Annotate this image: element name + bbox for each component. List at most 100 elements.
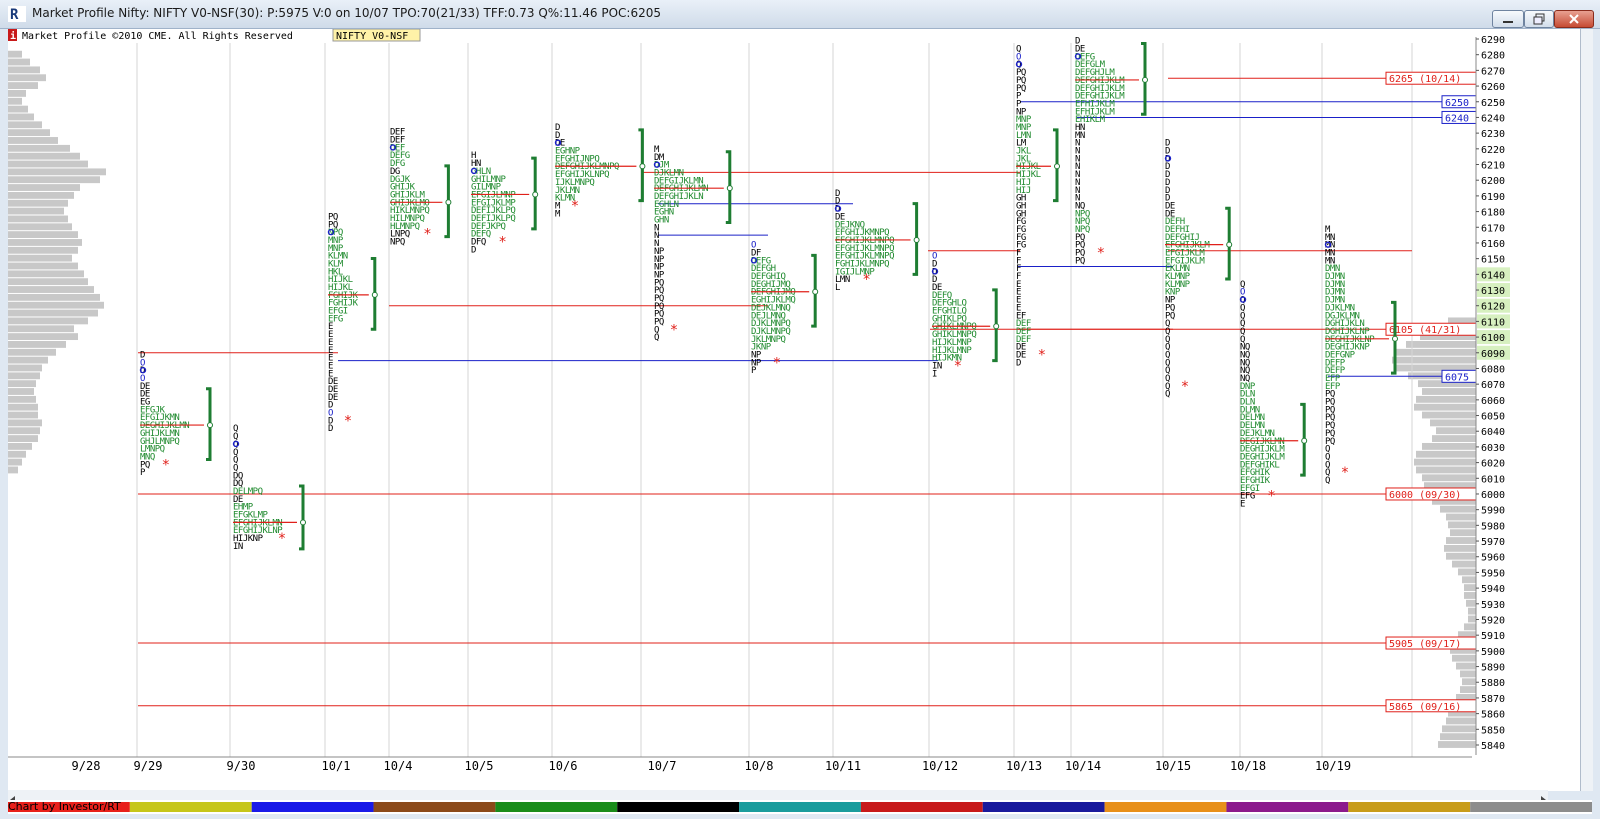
- price-label: 5960: [1481, 553, 1505, 564]
- price-label: 6060: [1481, 396, 1505, 407]
- volume-histogram-bar: [8, 364, 42, 372]
- volume-histogram-bar: [1436, 427, 1476, 435]
- volume-histogram-bar: [8, 341, 66, 348]
- volume-histogram-bar: [8, 450, 26, 458]
- volume-histogram-bar: [8, 239, 82, 246]
- price-label: 6280: [1481, 51, 1505, 62]
- volume-histogram-bar: [1448, 521, 1476, 529]
- volume-histogram-bar: [1430, 419, 1476, 427]
- volume-histogram-bar: [8, 395, 36, 403]
- letter-color-swatch: [617, 802, 740, 812]
- volume-histogram-bar: [1464, 623, 1476, 631]
- volume-histogram-bar: [8, 82, 38, 89]
- volume-histogram-bar: [1414, 403, 1476, 411]
- letter-color-swatch: [739, 802, 861, 812]
- poc-marker: [371, 291, 378, 298]
- minimize-icon: [1503, 21, 1513, 23]
- volume-histogram-bar: [8, 152, 80, 160]
- letter-color-swatch: [495, 802, 618, 812]
- volume-histogram-bar: [8, 254, 72, 262]
- maximize-button[interactable]: [1524, 10, 1554, 28]
- price-label: 5950: [1481, 568, 1505, 579]
- price-label: 6050: [1481, 412, 1505, 423]
- volume-histogram-bar: [1422, 474, 1476, 482]
- restore-icon: [1533, 13, 1545, 25]
- volume-histogram-bar: [8, 160, 88, 168]
- price-label: 5890: [1481, 663, 1505, 674]
- close-marker: *: [1038, 347, 1046, 363]
- volume-histogram-bar: [8, 270, 84, 278]
- value-area-bracket[interactable]: [299, 484, 305, 551]
- close-button[interactable]: [1554, 10, 1594, 28]
- poc-marker: [1301, 437, 1308, 444]
- volume-histogram-bar: [8, 113, 34, 121]
- volume-histogram-bar: [1468, 615, 1476, 623]
- price-label: 6030: [1481, 443, 1505, 454]
- date-label: 9/29: [134, 759, 163, 773]
- price-label: 5900: [1481, 647, 1505, 658]
- price-label: 6200: [1481, 176, 1505, 187]
- market-profile-chart[interactable]: Market Profile ©2010 CME. All Rights Res…: [8, 28, 1580, 791]
- date-label: 10/15: [1155, 759, 1191, 773]
- volume-histogram-bar: [1468, 607, 1476, 615]
- price-label: 6120: [1481, 302, 1505, 313]
- close-icon: [1569, 14, 1579, 24]
- volume-histogram-bar: [1414, 458, 1476, 466]
- title-bar[interactable]: R Market Profile Nifty: NIFTY V0-NSF(30)…: [0, 0, 1600, 29]
- poc-marker: [532, 191, 539, 198]
- price-label: 6100: [1481, 333, 1505, 344]
- volume-histogram-bar: [8, 231, 78, 239]
- vertical-scrollbar[interactable]: [1580, 29, 1593, 791]
- price-label: 6080: [1481, 364, 1505, 375]
- date-label: 10/4: [384, 759, 413, 773]
- poc-marker: [445, 199, 452, 206]
- chart-canvas[interactable]: Market Profile ©2010 CME. All Rights Res…: [8, 28, 1580, 791]
- price-label: 5970: [1481, 537, 1505, 548]
- close-marker: *: [1097, 246, 1105, 262]
- price-label: 5860: [1481, 710, 1505, 721]
- close-marker: *: [670, 322, 678, 338]
- volume-histogram-bar: [8, 137, 58, 144]
- price-label: 5870: [1481, 694, 1505, 705]
- price-label: 5840: [1481, 741, 1505, 752]
- reference-label: 6265 (10/14): [1389, 74, 1461, 85]
- reference-label: 6000 (09/30): [1389, 490, 1461, 501]
- horizontal-scrollbar[interactable]: [8, 790, 1548, 804]
- close-marker: *: [773, 355, 781, 371]
- poc-marker: [1054, 163, 1060, 170]
- price-label: 6130: [1481, 286, 1505, 297]
- tpo-row: Q: [1165, 390, 1170, 400]
- letter-color-swatch: [129, 802, 252, 812]
- volume-histogram-bar: [1438, 741, 1476, 748]
- close-marker: *: [1181, 379, 1189, 395]
- tpo-row: I: [932, 369, 937, 379]
- volume-histogram-bar: [1452, 654, 1476, 662]
- reference-label: 6240: [1445, 113, 1469, 124]
- letter-color-swatch: [251, 802, 374, 812]
- poc-marker: [812, 288, 819, 295]
- price-label: 5940: [1481, 584, 1505, 595]
- price-label: 5920: [1481, 615, 1505, 626]
- date-label: 10/14: [1065, 759, 1101, 773]
- volume-histogram-bar: [1464, 592, 1476, 599]
- volume-histogram-bar: [8, 97, 22, 105]
- volume-histogram-bar: [8, 74, 46, 82]
- volume-histogram-bar: [8, 435, 38, 442]
- date-label: 10/13: [1006, 759, 1042, 773]
- volume-histogram-bar: [8, 176, 100, 184]
- volume-histogram-bar: [8, 215, 68, 223]
- volume-histogram-bar: [8, 411, 38, 419]
- price-label: 6070: [1481, 380, 1505, 391]
- volume-histogram-bar: [1416, 466, 1476, 474]
- svg-text:R: R: [10, 7, 19, 22]
- tpo-row: M: [555, 209, 561, 219]
- tpo-row: E: [1240, 500, 1245, 510]
- price-label: 6260: [1481, 82, 1505, 93]
- minimize-button[interactable]: [1492, 10, 1524, 28]
- tpo-row: NPQ: [390, 238, 405, 248]
- app-logo-icon: R: [8, 6, 26, 22]
- date-label: 10/8: [745, 759, 774, 773]
- price-label: 6150: [1481, 255, 1505, 266]
- volume-histogram-bar: [1452, 560, 1476, 568]
- price-label: 6240: [1481, 113, 1505, 124]
